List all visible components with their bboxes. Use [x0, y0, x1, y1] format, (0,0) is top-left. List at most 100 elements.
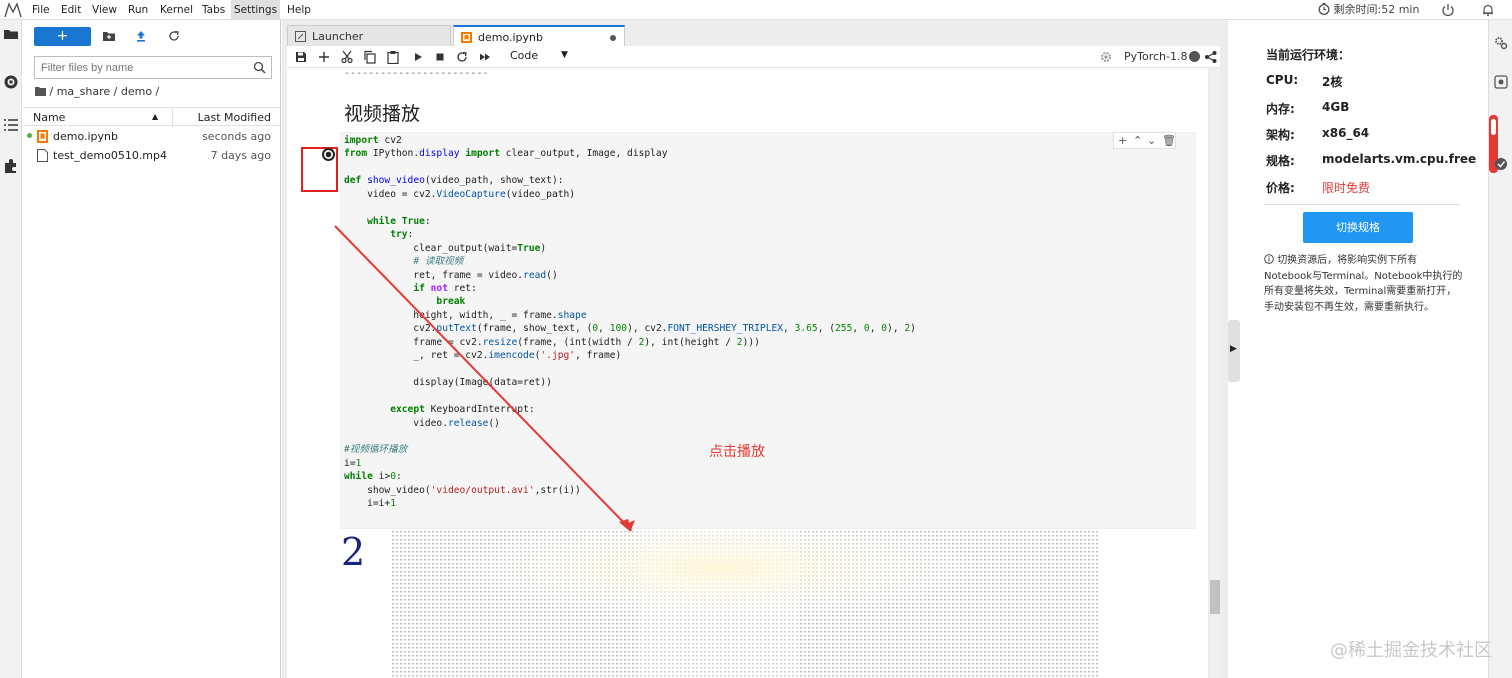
code-cell-source[interactable]: import cv2 from IPython.display import c… [344, 134, 916, 511]
share-icon[interactable] [1204, 50, 1218, 64]
notebook-scrollbar[interactable] [1210, 68, 1220, 678]
menu-tabs[interactable]: Tabs [199, 0, 228, 20]
overlay-frame-number: 2 [341, 531, 366, 574]
bell-icon[interactable] [1481, 3, 1495, 17]
divider [1264, 204, 1460, 205]
breadcrumb-path[interactable]: / ma_share / demo / [50, 85, 160, 98]
file-name: test_demo0510.mp4 [53, 149, 168, 162]
spec-value-price: 限时免费 [1322, 181, 1371, 195]
notebook-file-icon [461, 32, 472, 43]
annotation-text: 点击播放 [709, 444, 765, 460]
file-row[interactable]: test_demo0510.mp4 7 days ago [23, 146, 280, 165]
environment-icon[interactable] [1494, 157, 1508, 171]
file-search-input[interactable] [35, 57, 245, 78]
spec-label: 价格: [1266, 181, 1295, 195]
column-divider [172, 108, 173, 127]
menu-view[interactable]: View [89, 0, 120, 20]
restart-icon[interactable] [455, 50, 469, 64]
spec-value: 2核 [1322, 75, 1343, 89]
menu-bar: File Edit View Run Kernel Tabs Settings … [0, 0, 1512, 20]
delete-icon[interactable]: 🗑 [1162, 134, 1176, 147]
tab-launcher[interactable]: Launcher [287, 25, 451, 46]
running-icon[interactable] [3, 74, 19, 90]
unsaved-indicator[interactable] [610, 35, 616, 41]
switch-flavor-button[interactable]: 切换规格 [1303, 212, 1413, 243]
spec-label: 内存: [1266, 102, 1295, 116]
info-icon [1264, 254, 1274, 264]
spec-label: CPU: [1266, 73, 1299, 87]
remaining-time-label: 剩余时间:52 min [1333, 3, 1420, 16]
new-launcher-button[interactable]: + [34, 27, 91, 46]
add-cell-icon[interactable] [317, 50, 331, 64]
file-browser: + / ma_share / demo / Name ▲ Last Modifi… [23, 20, 281, 678]
running-cell-icon[interactable] [321, 147, 336, 162]
spec-row-memory: 内存: 4GB [1266, 100, 1349, 117]
switch-note: 切换资源后，将影响实例下所有Notebook与Terminal。Notebook… [1264, 253, 1464, 315]
spec-value: modelarts.vm.cpu.free [1322, 152, 1477, 166]
new-folder-icon[interactable] [102, 29, 116, 43]
menu-help[interactable]: Help [284, 0, 314, 20]
file-list-header: Name ▲ Last Modified [23, 107, 280, 127]
cut-icon[interactable] [340, 50, 354, 64]
spec-row-cpu: CPU: 2核 [1266, 73, 1342, 89]
column-name[interactable]: Name [33, 111, 65, 124]
right-panel-toggle[interactable]: ▶ [1228, 320, 1240, 382]
move-down-icon[interactable]: ⌄ [1147, 134, 1156, 147]
folder-icon [35, 87, 46, 96]
activity-bar [0, 20, 22, 678]
switch-note-text: 切换资源后，将影响实例下所有Notebook与Terminal。Notebook… [1264, 255, 1463, 313]
spec-label: 规格: [1266, 154, 1295, 168]
run-icon[interactable] [411, 50, 425, 64]
resource-monitor-icon[interactable] [1494, 75, 1508, 89]
spec-row-flavor: 规格: modelarts.vm.cpu.free [1266, 152, 1476, 169]
markdown-heading: 视频播放 [344, 103, 421, 125]
tab-demo-notebook[interactable]: demo.ipynb [453, 25, 625, 46]
cell-output-video: 2 [340, 531, 1098, 678]
property-inspector-icon[interactable] [1494, 36, 1508, 50]
extension-icon[interactable] [3, 158, 19, 174]
spec-row-price: 价格: 限时免费 [1266, 179, 1370, 196]
fast-forward-icon[interactable] [478, 50, 492, 64]
power-icon[interactable] [1441, 3, 1455, 17]
save-icon[interactable] [294, 50, 308, 64]
launcher-icon [295, 31, 306, 42]
remaining-time: 剩余时间:52 min [1318, 0, 1419, 20]
menu-settings[interactable]: Settings [231, 0, 281, 20]
menu-kernel[interactable]: Kernel [157, 0, 196, 20]
cell-type-value: Code [510, 49, 539, 62]
spec-label: 架构: [1266, 128, 1295, 142]
search-icon [253, 61, 266, 74]
refresh-icon[interactable] [167, 29, 181, 43]
copy-icon[interactable] [363, 50, 377, 64]
menu-file[interactable]: File [29, 0, 53, 20]
video-frame-image [340, 531, 1098, 678]
file-search [34, 56, 272, 79]
file-name: demo.ipynb [53, 130, 119, 143]
folder-icon[interactable] [3, 26, 19, 42]
file-row[interactable]: demo.ipynb seconds ago [23, 127, 280, 146]
cell-type-select[interactable]: Code ▼ [510, 49, 568, 62]
paste-icon[interactable] [386, 50, 400, 64]
notebook-file-icon [37, 130, 48, 143]
toc-icon[interactable] [3, 117, 19, 133]
add-cell-icon[interactable]: + [1118, 134, 1127, 147]
stop-icon[interactable] [433, 50, 447, 64]
tab-launcher-label: Launcher [312, 30, 364, 43]
spec-row-arch: 架构: x86_64 [1266, 126, 1369, 143]
move-up-icon[interactable]: ⌃ [1133, 134, 1142, 147]
running-indicator [27, 133, 32, 138]
sort-caret-icon[interactable]: ▲ [152, 112, 158, 121]
menu-edit[interactable]: Edit [58, 0, 84, 20]
settings-icon[interactable] [1099, 50, 1113, 64]
scrollbar-thumb[interactable] [1210, 580, 1220, 614]
chevron-down-icon: ▼ [561, 50, 568, 60]
right-sidebar [1488, 20, 1512, 678]
spec-value: x86_64 [1322, 126, 1370, 140]
breadcrumb[interactable]: / ma_share / demo / [35, 85, 159, 99]
column-last-modified[interactable]: Last Modified [198, 111, 271, 124]
upload-icon[interactable] [134, 29, 148, 43]
menu-run[interactable]: Run [125, 0, 151, 20]
cell-toolbar: + ⌃ ⌄ 🗑 [1113, 132, 1176, 149]
kernel-status-indicator [1189, 51, 1200, 62]
kernel-name[interactable]: PyTorch-1.8 [1124, 50, 1188, 63]
